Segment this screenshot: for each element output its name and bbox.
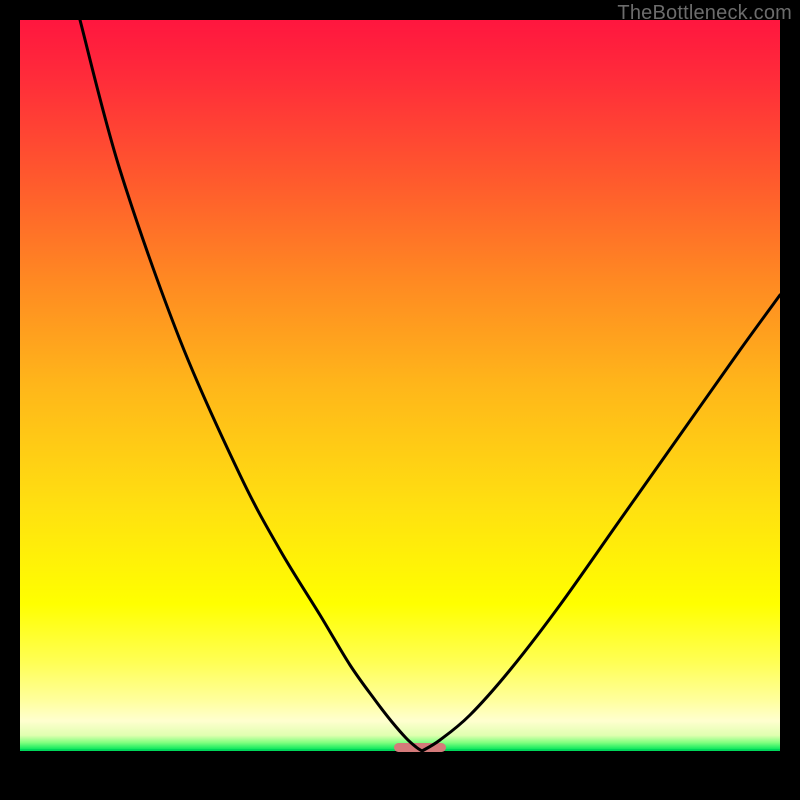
background-gradient [20, 20, 780, 750]
valley-marker [394, 743, 446, 752]
outer-frame: TheBottleneck.com [0, 0, 800, 800]
bottom-black-strip [20, 749, 780, 780]
plot-area [20, 20, 780, 780]
